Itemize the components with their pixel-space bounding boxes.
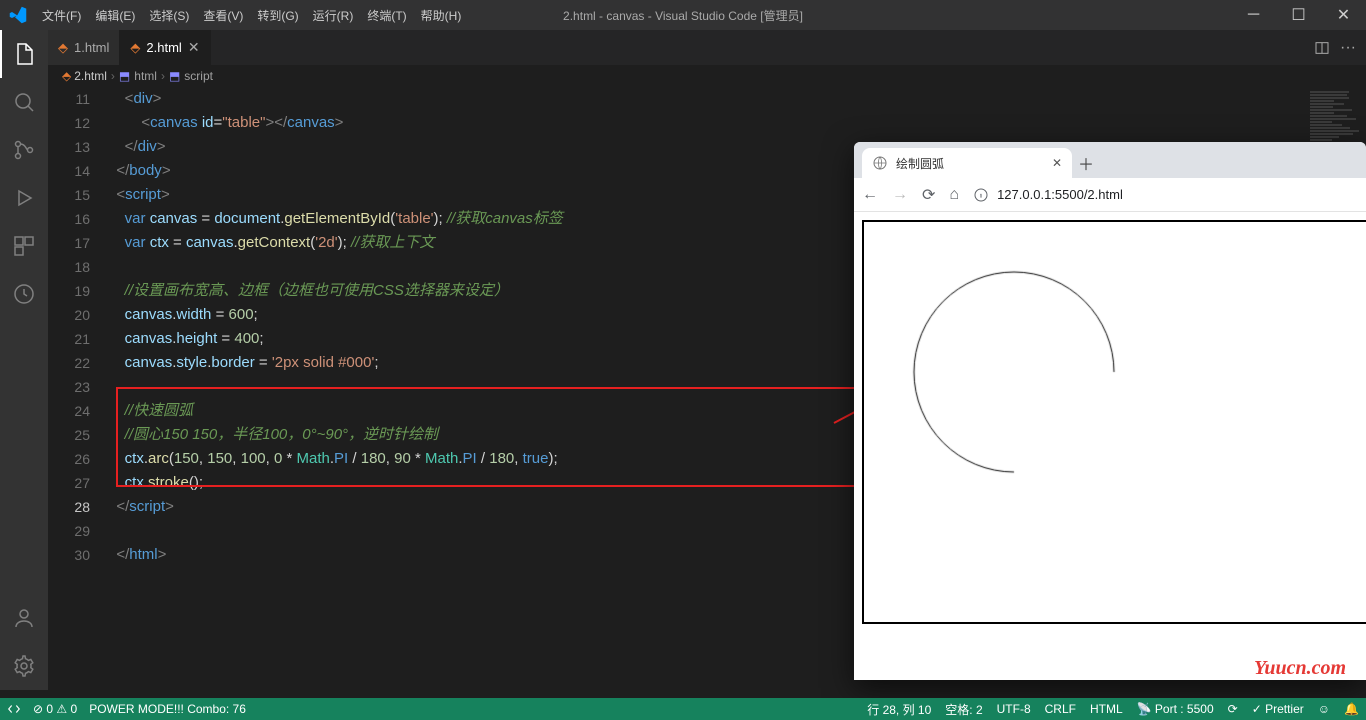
timeline-icon[interactable] (0, 270, 48, 318)
activity-bar (0, 30, 48, 690)
browser-page (854, 212, 1366, 680)
info-icon (973, 187, 989, 203)
status-remote-icon[interactable] (7, 702, 21, 716)
settings-gear-icon[interactable] (0, 642, 48, 690)
menu-item[interactable]: 查看(V) (196, 0, 250, 30)
menu-item[interactable]: 帮助(H) (414, 0, 469, 30)
browser-tab[interactable]: 绘制圆弧 ✕ (862, 148, 1072, 178)
menu-item[interactable]: 转到(G) (250, 0, 305, 30)
menubar: 文件(F)编辑(E)选择(S)查看(V)转到(G)运行(R)终端(T)帮助(H) (0, 0, 1366, 30)
tab-close-icon[interactable]: ✕ (188, 39, 200, 56)
browser-new-tab-button[interactable]: ＋ (1072, 148, 1100, 178)
search-icon[interactable] (0, 78, 48, 126)
status-language[interactable]: HTML (1090, 702, 1123, 716)
status-live-server-icon[interactable]: ⟳ (1228, 702, 1238, 716)
status-port[interactable]: 📡 Port : 5500 (1137, 702, 1214, 716)
status-spaces[interactable]: 空格: 2 (945, 701, 982, 718)
browser-reload-button[interactable]: ⟳ (922, 185, 935, 205)
browser-address-bar[interactable]: 127.0.0.1:5500/2.html (973, 187, 1358, 203)
breadcrumb[interactable]: ⬘ 2.html › ⬒ html › ⬒ script (48, 65, 1366, 87)
status-encoding[interactable]: UTF-8 (997, 702, 1031, 716)
globe-icon (872, 155, 888, 171)
extensions-icon[interactable] (0, 222, 48, 270)
status-eol[interactable]: CRLF (1045, 702, 1076, 716)
split-editor-icon[interactable] (1314, 40, 1330, 56)
browser-toolbar: ← → ⟳ ⌂ 127.0.0.1:5500/2.html (854, 178, 1366, 212)
menu-item[interactable]: 文件(F) (35, 0, 88, 30)
status-prettier[interactable]: ✓ Prettier (1252, 702, 1304, 716)
status-cursor-position[interactable]: 行 28, 列 10 (867, 701, 931, 718)
editor-tabs: ⬘1.html⬘2.html✕ ··· (48, 30, 1366, 65)
window-maximize-button[interactable]: ☐ (1276, 0, 1321, 30)
browser-forward-button[interactable]: → (892, 186, 908, 204)
menu-item[interactable]: 编辑(E) (88, 0, 142, 30)
menu-item[interactable]: 选择(S) (142, 0, 196, 30)
more-actions-icon[interactable]: ··· (1340, 39, 1356, 57)
browser-tab-close-icon[interactable]: ✕ (1052, 156, 1062, 170)
status-power-mode[interactable]: POWER MODE!!! Combo: 76 (89, 702, 246, 716)
source-control-icon[interactable] (0, 126, 48, 174)
watermark: Yuucn.com (1254, 657, 1346, 680)
browser-url: 127.0.0.1:5500/2.html (997, 187, 1123, 202)
status-bell-icon[interactable]: 🔔 (1344, 702, 1359, 716)
browser-tabstrip: 绘制圆弧 ✕ ＋ (854, 142, 1366, 178)
menu-item[interactable]: 运行(R) (306, 0, 361, 30)
browser-home-button[interactable]: ⌂ (949, 186, 959, 204)
run-debug-icon[interactable] (0, 174, 48, 222)
window-close-button[interactable]: ✕ (1321, 0, 1366, 30)
editor-tab[interactable]: ⬘2.html✕ (120, 30, 210, 65)
explorer-icon[interactable] (0, 30, 48, 78)
vscode-logo-icon (0, 6, 35, 24)
browser-window: 绘制圆弧 ✕ ＋ ← → ⟳ ⌂ 127.0.0.1:5500/2.html (854, 142, 1366, 680)
statusbar: ⊘ 0 ⚠ 0 POWER MODE!!! Combo: 76 行 28, 列 … (0, 698, 1366, 720)
status-feedback-icon[interactable]: ☺ (1318, 702, 1330, 716)
window-minimize-button[interactable]: ─ (1231, 0, 1276, 30)
status-errors[interactable]: ⊘ 0 ⚠ 0 (33, 702, 77, 716)
editor-tab[interactable]: ⬘1.html (48, 30, 120, 65)
menu-item[interactable]: 终端(T) (360, 0, 413, 30)
browser-back-button[interactable]: ← (862, 186, 878, 204)
browser-tab-title: 绘制圆弧 (896, 155, 944, 172)
account-icon[interactable] (0, 594, 48, 642)
